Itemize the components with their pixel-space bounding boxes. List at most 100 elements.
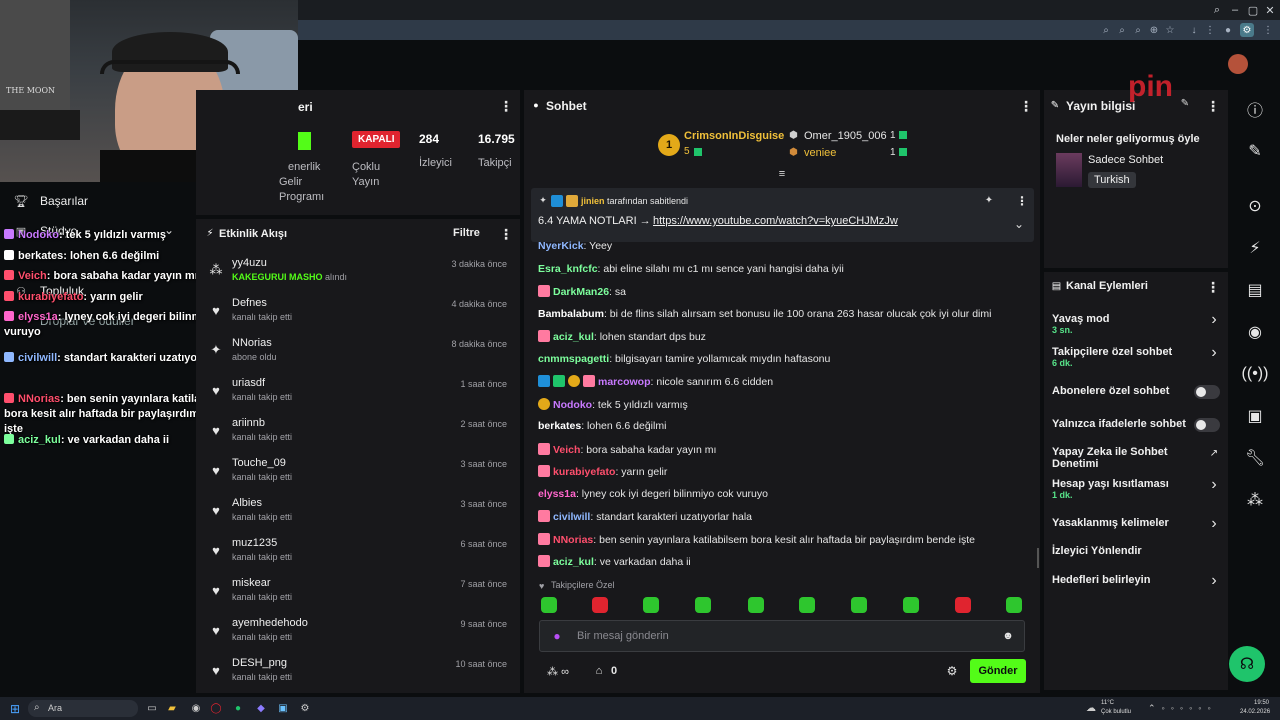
taskbar-search[interactable]: ⌕ Ara: [28, 700, 138, 717]
chat-username[interactable]: cnmmspagetti: [538, 353, 609, 365]
unpin-icon[interactable]: ✦: [984, 195, 994, 206]
channel-action-label[interactable]: Takipçilere özel sohbet: [1052, 346, 1172, 358]
cast-icon[interactable]: ⌕: [1132, 24, 1144, 36]
file-explorer-icon[interactable]: ▰: [166, 702, 178, 714]
chat-username[interactable]: kurabiyefato: [553, 466, 615, 478]
category-name[interactable]: Sadece Sohbet: [1088, 154, 1163, 166]
emoji-icon[interactable]: ☻: [1002, 630, 1014, 642]
activity-user[interactable]: Touche_09: [232, 457, 286, 469]
layout-icon[interactable]: ▣: [1244, 405, 1266, 427]
chevron-down-icon[interactable]: ⌄: [1014, 217, 1024, 231]
chat-scrollbar[interactable]: [1037, 548, 1039, 568]
emote-icon[interactable]: [955, 597, 971, 613]
chat-username[interactable]: NyerKick: [538, 240, 584, 252]
chat-kebab-icon[interactable]: ⋮: [1019, 98, 1033, 115]
settings-gear-icon[interactable]: ⚙: [946, 664, 958, 678]
chevron-right-icon[interactable]: ›: [1208, 344, 1220, 361]
minimize-icon[interactable]: –: [1228, 3, 1242, 17]
channel-action-label[interactable]: İzleyici Yönlendir: [1052, 545, 1142, 557]
task-view-icon[interactable]: ▭: [146, 702, 158, 714]
emote-icon[interactable]: [851, 597, 867, 613]
chat-username[interactable]: berkates: [538, 420, 581, 432]
chat-username[interactable]: aciz_kul: [553, 556, 594, 568]
activity-user[interactable]: miskear: [232, 577, 271, 589]
channel-action-label[interactable]: Yavaş mod: [1052, 313, 1109, 325]
activity-user[interactable]: NNorias: [232, 337, 272, 349]
top-gifter-3-name[interactable]: veniee: [804, 147, 836, 159]
emote-icon[interactable]: [695, 597, 711, 613]
close-icon[interactable]: ✕: [1263, 3, 1277, 17]
edit-icon[interactable]: ✎: [1180, 98, 1190, 109]
channel-actions-kebab-icon[interactable]: ⋮: [1206, 279, 1220, 296]
system-tray-icons[interactable]: ⌃◦◦◦◦◦◦: [1148, 703, 1217, 714]
emote-icon[interactable]: [903, 597, 919, 613]
opera-icon[interactable]: ◯: [210, 702, 222, 714]
broadcast-icon[interactable]: ((•)): [1242, 363, 1269, 385]
info-icon[interactable]: ⓘ: [1244, 98, 1266, 120]
support-button[interactable]: ☊: [1229, 646, 1265, 682]
channel-action-label[interactable]: Yasaklanmış kelimeler: [1052, 517, 1169, 529]
app-icon[interactable]: ▣: [277, 702, 289, 714]
language-tag[interactable]: Turkish: [1088, 172, 1136, 188]
channel-action-label[interactable]: Hesap yaşı kısıtlaması: [1052, 478, 1169, 490]
wrench-icon[interactable]: 🔧︎: [1244, 447, 1266, 469]
download-icon[interactable]: ↓: [1188, 24, 1200, 36]
chevron-right-icon[interactable]: ›: [1208, 311, 1220, 328]
chat-icon[interactable]: ◉: [1244, 321, 1266, 343]
channel-action-label[interactable]: Yalnızca ifadelerle sohbet: [1052, 418, 1186, 430]
target-icon[interactable]: ⊙: [1244, 195, 1266, 217]
toggle-switch[interactable]: [1194, 418, 1220, 432]
collapse-icon[interactable]: ≡: [776, 168, 788, 180]
extension-badge-icon[interactable]: ⚙: [1240, 23, 1254, 37]
stream-info-kebab-icon[interactable]: ⋮: [1206, 98, 1220, 115]
external-link-icon[interactable]: ↗: [1208, 447, 1220, 459]
chat-username[interactable]: elyss1a: [538, 488, 576, 500]
extensions-icon[interactable]: ⋮: [1204, 24, 1216, 36]
chat-username[interactable]: Esra_knfcfc: [538, 263, 598, 275]
chat-username[interactable]: NNorias: [553, 534, 593, 546]
toggle-switch[interactable]: [1194, 385, 1220, 399]
maximize-icon[interactable]: ▢: [1246, 3, 1260, 17]
share-icon[interactable]: ⊕: [1148, 24, 1160, 36]
nav-achievements[interactable]: 🏆︎ Başarılar: [13, 193, 194, 209]
activity-user[interactable]: ayemhedehodo: [232, 617, 308, 629]
channel-action-label[interactable]: Yapay Zeka ile Sohbet Denetimi: [1052, 446, 1182, 470]
settings-icon[interactable]: ⚙: [299, 702, 311, 714]
chat-username[interactable]: Veich: [553, 444, 580, 456]
apps-icon[interactable]: ⁂: [1244, 489, 1266, 511]
store-icon[interactable]: ⌂: [593, 665, 605, 677]
zoom-icon[interactable]: ⌕: [1100, 24, 1112, 36]
emote-icon[interactable]: [748, 597, 764, 613]
windows-start-icon[interactable]: ⊞: [8, 702, 22, 716]
microphone-icon[interactable]: ●: [552, 629, 562, 643]
pinned-link[interactable]: https://www.youtube.com/watch?v=kyueCHJM…: [653, 215, 898, 227]
chat-username[interactable]: aciz_kul: [553, 331, 594, 343]
emote-icon[interactable]: [592, 597, 608, 613]
weather-icon[interactable]: ☁: [1085, 702, 1097, 714]
activity-filter-button[interactable]: Filtre: [453, 227, 480, 239]
send-button[interactable]: Gönder: [970, 659, 1026, 683]
pinned-by-user[interactable]: jinien: [581, 196, 605, 206]
channel-points-icon[interactable]: ⁂ ∞: [543, 665, 573, 678]
activity-user[interactable]: muz1235: [232, 537, 277, 549]
emote-icon[interactable]: [799, 597, 815, 613]
emote-icon[interactable]: [643, 597, 659, 613]
search-icon[interactable]: ⌕: [1210, 3, 1224, 17]
channel-action-label[interactable]: Abonelere özel sohbet: [1052, 385, 1169, 397]
top-gifter-1-name[interactable]: CrimsonInDisguise: [684, 130, 784, 142]
emote-icon[interactable]: [541, 597, 557, 613]
emote-icon[interactable]: [1006, 597, 1022, 613]
activity-user[interactable]: DESH_png: [232, 657, 287, 669]
chevron-right-icon[interactable]: ›: [1208, 572, 1220, 589]
obs-icon[interactable]: ◉: [190, 702, 202, 714]
pencil-icon[interactable]: ✎: [1244, 140, 1266, 162]
chevron-right-icon[interactable]: ›: [1208, 515, 1220, 532]
document-icon[interactable]: ▤: [1244, 279, 1266, 301]
chat-username[interactable]: civilwill: [553, 511, 590, 523]
activity-kebab-icon[interactable]: ⋮: [499, 226, 513, 243]
discord-icon[interactable]: ◆: [255, 702, 267, 714]
activity-user[interactable]: Albies: [232, 497, 262, 509]
chevron-right-icon[interactable]: ›: [1208, 476, 1220, 493]
pinned-kebab-icon[interactable]: ⋮: [1016, 194, 1028, 208]
bookmark-icon[interactable]: ☆: [1164, 24, 1176, 36]
